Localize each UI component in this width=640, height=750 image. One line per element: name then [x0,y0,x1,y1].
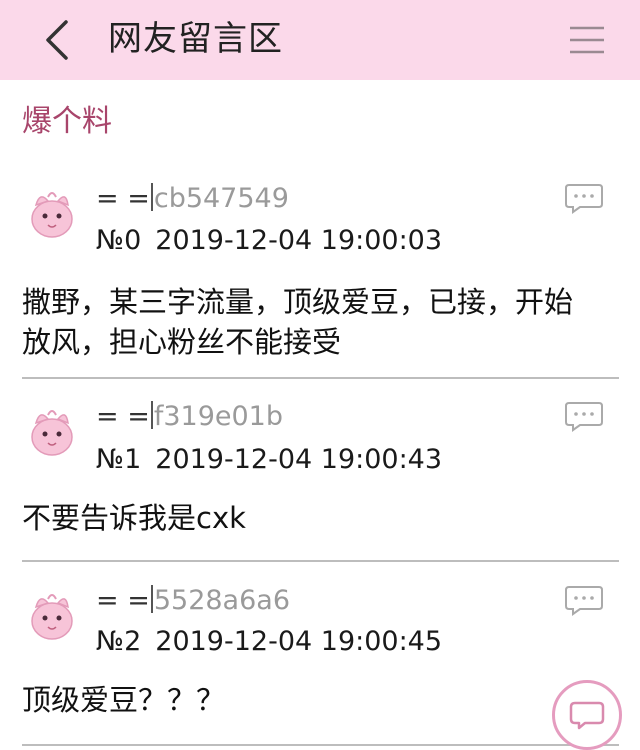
floating-comment-button[interactable] [552,680,622,750]
comment-meta: №0 2019-12-04 19:00:03 [96,224,442,258]
top-bar: 网友留言区 [0,0,640,80]
reply-icon[interactable] [564,400,604,432]
text-caret [150,585,153,613]
comment-meta: №1 2019-12-04 19:00:43 [96,443,442,477]
timestamp: 2019-12-04 19:00:03 [155,225,443,256]
page-title: 网友留言区 [108,19,283,59]
user-prefix: = = [96,183,150,214]
divider [22,377,619,379]
section-title: 爆个料 [22,104,112,139]
floor-number: №1 [96,444,142,475]
user-prefix: = = [96,401,150,432]
user-id: 5528a6a6 [153,585,291,616]
floor-number: №0 [96,225,142,256]
comment-text: 不要告诉我是cxk [22,498,622,538]
comment-text-line: 顶级爱豆？？？ [22,683,226,717]
comment-text: 顶级爱豆？？？ [22,680,622,720]
user-id: cb547549 [153,183,289,214]
user-id: f319e01b [153,401,283,432]
chat-bubble-icon [569,701,605,730]
timestamp: 2019-12-04 19:00:43 [155,444,443,475]
chevron-left-icon [46,20,68,60]
comment-meta: №2 2019-12-04 19:00:45 [96,625,442,659]
avatar-icon [31,594,73,640]
text-caret [150,401,153,429]
avatar-icon [31,410,73,456]
user-line: = = f319e01b [96,400,283,434]
comment-text: 撒野，某三字流量，顶级爱豆，已接，开始 放风，担心粉丝不能接受 [22,282,622,362]
text-caret [150,183,153,211]
timestamp: 2019-12-04 19:00:45 [155,626,443,657]
comment-text-line: 不要告诉我是cxk [22,501,246,535]
reply-icon[interactable] [564,182,604,214]
hamburger-menu-icon [570,26,604,54]
back-button[interactable] [30,12,86,68]
menu-button[interactable] [558,16,614,64]
user-line: = = 5528a6a6 [96,584,290,618]
avatar-icon [31,192,73,238]
comment-text-line: 放风，担心粉丝不能接受 [22,325,342,359]
user-line: = = cb547549 [96,182,289,216]
reply-icon[interactable] [564,584,604,616]
divider [22,744,619,746]
floor-number: №2 [96,626,142,657]
divider [22,560,619,562]
comment-text-line: 撒野，某三字流量，顶级爱豆，已接，开始 [22,285,574,319]
user-prefix: = = [96,585,150,616]
